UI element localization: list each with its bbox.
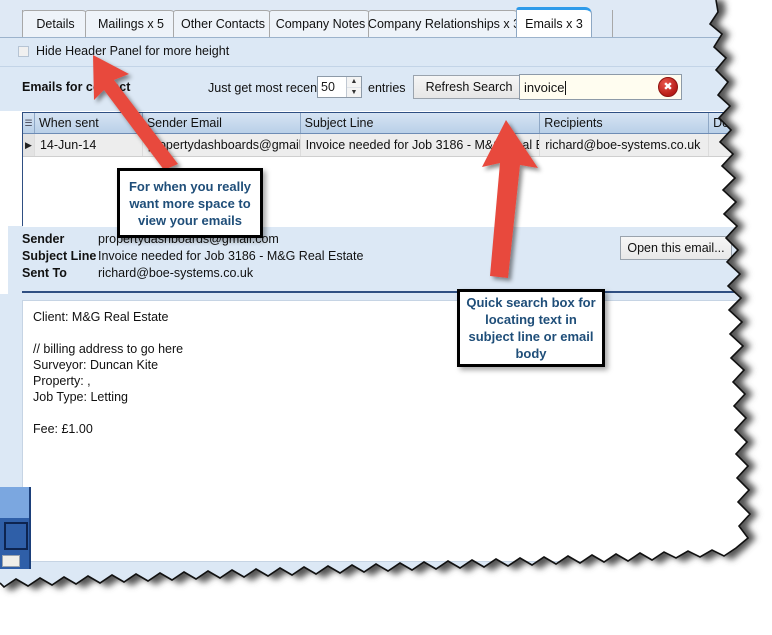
tab-other-contacts[interactable]: Other Contacts <box>173 10 273 37</box>
left-widget-chip <box>2 555 20 567</box>
sent-to-value: richard@boe-systems.co.uk <box>98 265 254 280</box>
tab-company-relationships-label: Company Relationships x 3 <box>367 17 521 31</box>
detail-divider <box>22 291 750 293</box>
tab-details-label: Details <box>36 17 75 31</box>
column-header-recipients-label: Recipients <box>544 116 603 130</box>
text-caret <box>565 81 566 95</box>
red-arrow-up-icon <box>482 120 538 278</box>
tab-company-notes[interactable]: Company Notes <box>269 10 372 37</box>
search-input[interactable]: invoice <box>520 80 658 95</box>
column-header-subject-line-label: Subject Line <box>304 116 374 130</box>
subject-line-label: Subject Line <box>22 248 97 263</box>
row-selector-icon[interactable]: ▶ <box>23 134 35 156</box>
tab-mailings-label: Mailings x 5 <box>98 17 164 31</box>
callout-quick-search: Quick search box for locating text in su… <box>457 289 605 367</box>
grid-select-all-icon[interactable]: ☰ <box>23 113 35 133</box>
tab-company-notes-label: Company Notes <box>275 17 366 31</box>
callout-quick-search-text: Quick search box for locating text in su… <box>466 295 596 361</box>
clear-search-icon[interactable]: ✖ <box>658 77 678 97</box>
tab-mailings[interactable]: Mailings x 5 <box>85 10 177 37</box>
refresh-search-button[interactable]: Refresh Search <box>413 75 525 99</box>
left-edge-widget[interactable] <box>0 487 31 569</box>
left-widget-top <box>0 487 31 518</box>
tab-emails-label: Emails x 3 <box>525 16 583 31</box>
tab-bar: Details Mailings x 5 Other Contacts Comp… <box>0 0 772 38</box>
recent-entries-label: Just get most recent <box>208 81 321 95</box>
callout-hide-header-panel-text: For when you really want more space to v… <box>128 178 252 228</box>
cell-recipients: richard@boe-systems.co.uk <box>540 134 709 156</box>
tab-other-contacts-label: Other Contacts <box>180 17 266 31</box>
stepper-down-icon[interactable]: ▼ <box>347 88 361 98</box>
callout-hide-header-panel: For when you really want more space to v… <box>117 168 263 238</box>
tab-details[interactable]: Details <box>22 10 89 37</box>
left-widget-inner-box <box>4 522 28 550</box>
stepper-up-icon[interactable]: ▲ <box>347 77 361 88</box>
subject-line-value: Invoice needed for Job 3186 - M&G Real E… <box>98 248 364 263</box>
red-arrow-up-left-icon <box>93 55 178 170</box>
left-widget-bottom <box>0 554 31 569</box>
stepper-arrows[interactable]: ▲ ▼ <box>346 77 361 97</box>
tab-company-relationships[interactable]: Company Relationships x 3 <box>368 10 520 37</box>
open-this-email-button[interactable]: Open this email... <box>620 236 732 260</box>
sent-to-label: Sent To <box>22 265 67 280</box>
recent-entries-stepper[interactable]: 50 ▲ ▼ <box>317 76 362 98</box>
tab-bar-left-cap <box>0 10 23 37</box>
quick-search-box[interactable]: invoice ✖ <box>519 74 682 100</box>
recent-entries-value[interactable]: 50 <box>318 77 346 97</box>
sender-label: Sender <box>22 231 65 246</box>
column-header-recipients[interactable]: Recipients <box>540 113 709 133</box>
search-input-value: invoice <box>524 79 565 95</box>
tab-emails[interactable]: Emails x 3 <box>516 7 592 37</box>
detail-row-sent-to: Sent To richard@boe-systems.co.uk <box>22 264 750 281</box>
hide-header-panel-checkbox[interactable] <box>18 46 29 57</box>
left-widget-middle <box>0 518 31 554</box>
email-body-text: Client: M&G Real Estate // billing addre… <box>22 300 750 562</box>
entries-label: entries <box>368 81 406 95</box>
